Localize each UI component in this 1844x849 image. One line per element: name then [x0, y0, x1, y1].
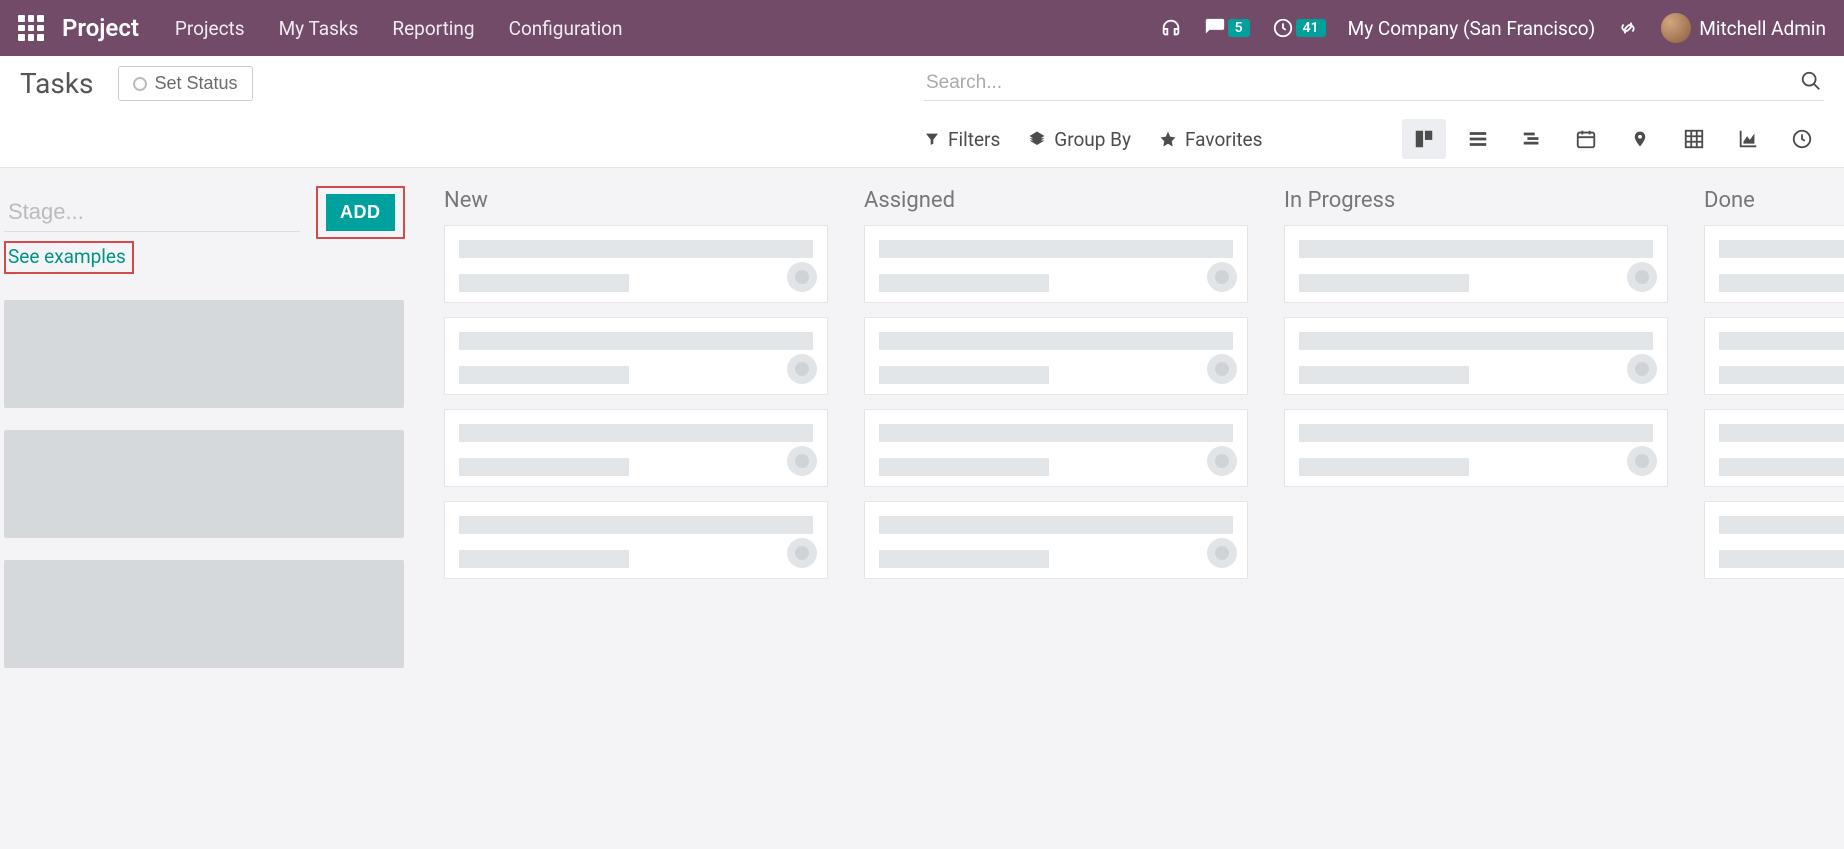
- avatar-placeholder-icon: [1207, 538, 1237, 568]
- search-icon[interactable]: [1800, 70, 1822, 96]
- calendar-icon: [1575, 128, 1597, 150]
- task-card[interactable]: [1284, 225, 1668, 303]
- activities-badge: 41: [1296, 19, 1326, 37]
- search-toolbar: Filters Group By Favorites: [924, 128, 1262, 151]
- ghost-card: [4, 560, 404, 668]
- kanban-column-done: Done: [1698, 186, 1844, 831]
- kanban-board: ADD See examples New Assigned In Progres…: [0, 168, 1844, 831]
- filter-icon: [924, 131, 940, 147]
- view-graph-button[interactable]: [1726, 119, 1770, 159]
- layers-icon: [1028, 130, 1046, 148]
- stage-create-column: ADD See examples: [4, 186, 414, 831]
- task-card[interactable]: [864, 409, 1248, 487]
- activities-icon[interactable]: 41: [1272, 17, 1326, 39]
- set-status-label: Set Status: [155, 73, 238, 94]
- task-card[interactable]: [864, 501, 1248, 579]
- main-menu: Projects My Tasks Reporting Configuratio…: [175, 17, 623, 40]
- avatar-placeholder-icon: [1627, 354, 1657, 384]
- menu-projects[interactable]: Projects: [175, 17, 245, 40]
- view-list-button[interactable]: [1456, 119, 1500, 159]
- task-card[interactable]: [444, 409, 828, 487]
- user-menu[interactable]: Mitchell Admin: [1661, 13, 1826, 43]
- avatar-placeholder-icon: [1207, 354, 1237, 384]
- task-card[interactable]: [444, 225, 828, 303]
- task-card[interactable]: [1704, 501, 1844, 579]
- favorites-label: Favorites: [1185, 128, 1262, 151]
- app-brand[interactable]: Project: [62, 14, 139, 42]
- avatar-placeholder-icon: [1627, 446, 1657, 476]
- menu-my-tasks[interactable]: My Tasks: [279, 17, 359, 40]
- map-pin-icon: [1631, 128, 1649, 150]
- kanban-column-assigned: Assigned: [858, 186, 1254, 831]
- column-title[interactable]: Assigned: [858, 186, 1254, 225]
- menu-configuration[interactable]: Configuration: [509, 17, 623, 40]
- avatar-placeholder-icon: [787, 446, 817, 476]
- search-bar[interactable]: [924, 66, 1824, 101]
- avatar-placeholder-icon: [787, 354, 817, 384]
- graph-icon: [1737, 128, 1759, 150]
- avatar-placeholder-icon: [787, 538, 817, 568]
- column-title[interactable]: Done: [1698, 186, 1844, 225]
- see-examples-highlight: See examples: [4, 241, 134, 274]
- ghost-card: [4, 300, 404, 408]
- column-title[interactable]: New: [438, 186, 834, 225]
- control-panel: Tasks Set Status Filters Group By: [0, 56, 1844, 168]
- view-gantt-button[interactable]: [1510, 119, 1554, 159]
- group-by-label: Group By: [1054, 128, 1131, 151]
- view-map-button[interactable]: [1618, 119, 1662, 159]
- star-icon: [1159, 130, 1177, 148]
- menu-reporting[interactable]: Reporting: [392, 17, 474, 40]
- task-card[interactable]: [444, 501, 828, 579]
- navbar-right: 5 41 My Company (San Francisco) Mitchell…: [1160, 13, 1826, 43]
- set-status-button[interactable]: Set Status: [118, 66, 253, 101]
- avatar-placeholder-icon: [1627, 262, 1657, 292]
- messages-icon[interactable]: 5: [1204, 17, 1250, 39]
- task-card[interactable]: [1284, 317, 1668, 395]
- filters-label: Filters: [948, 128, 1000, 151]
- task-card[interactable]: [1284, 409, 1668, 487]
- kanban-column-in-progress: In Progress: [1278, 186, 1674, 831]
- column-title[interactable]: In Progress: [1278, 186, 1674, 225]
- messages-badge: 5: [1228, 19, 1250, 37]
- task-card[interactable]: [1704, 225, 1844, 303]
- stage-name-input[interactable]: [4, 193, 300, 232]
- support-icon[interactable]: [1160, 17, 1182, 39]
- task-card[interactable]: [1704, 409, 1844, 487]
- gantt-icon: [1521, 128, 1543, 150]
- avatar-placeholder-icon: [1207, 262, 1237, 292]
- avatar-placeholder-icon: [787, 262, 817, 292]
- task-card[interactable]: [864, 317, 1248, 395]
- clock-icon: [1791, 128, 1813, 150]
- company-selector[interactable]: My Company (San Francisco): [1348, 17, 1596, 40]
- avatar-placeholder-icon: [1207, 446, 1237, 476]
- debug-icon[interactable]: [1617, 17, 1639, 39]
- view-activity-button[interactable]: [1780, 119, 1824, 159]
- add-button-highlight: ADD: [316, 186, 405, 239]
- favorites-button[interactable]: Favorites: [1159, 128, 1262, 151]
- status-dot-icon: [133, 77, 147, 91]
- top-navbar: Project Projects My Tasks Reporting Conf…: [0, 0, 1844, 56]
- group-by-button[interactable]: Group By: [1028, 128, 1131, 151]
- task-card[interactable]: [1704, 317, 1844, 395]
- add-stage-button[interactable]: ADD: [326, 194, 395, 231]
- search-input[interactable]: [926, 72, 1800, 94]
- user-name: Mitchell Admin: [1699, 17, 1826, 40]
- kanban-column-new: New: [438, 186, 834, 831]
- task-card[interactable]: [444, 317, 828, 395]
- view-kanban-button[interactable]: [1402, 119, 1446, 159]
- user-avatar-icon: [1661, 13, 1691, 43]
- list-icon: [1467, 128, 1489, 150]
- page-title: Tasks: [20, 67, 94, 100]
- view-pivot-button[interactable]: [1672, 119, 1716, 159]
- apps-icon[interactable]: [18, 15, 44, 41]
- kanban-icon: [1413, 128, 1435, 150]
- view-switcher: [1392, 119, 1824, 159]
- view-calendar-button[interactable]: [1564, 119, 1608, 159]
- ghost-card: [4, 430, 404, 538]
- see-examples-link[interactable]: See examples: [8, 245, 126, 268]
- filters-button[interactable]: Filters: [924, 128, 1000, 151]
- task-card[interactable]: [864, 225, 1248, 303]
- pivot-icon: [1683, 128, 1705, 150]
